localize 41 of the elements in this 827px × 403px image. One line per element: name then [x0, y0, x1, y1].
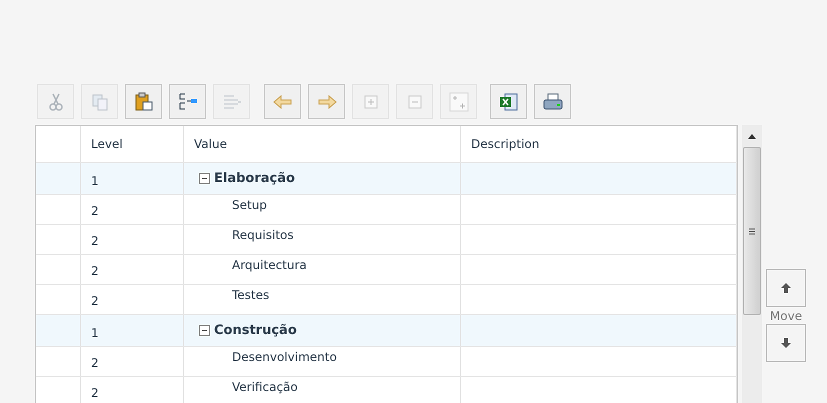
- level-cell: 2: [81, 255, 184, 284]
- paste-button[interactable]: [125, 84, 162, 119]
- value-text: Arquitectura: [232, 258, 307, 272]
- grip-icon: [749, 228, 755, 234]
- value-text: Desenvolvimento: [232, 350, 337, 364]
- scroll-up-icon[interactable]: [748, 133, 756, 139]
- value-text: Elaboração: [214, 172, 295, 186]
- move-down-button[interactable]: [766, 324, 806, 362]
- scroll-thumb[interactable]: [743, 147, 761, 315]
- left-button[interactable]: [264, 84, 301, 119]
- collapse-toggle[interactable]: [199, 325, 210, 336]
- level-cell: 2: [81, 285, 184, 314]
- move-up-button[interactable]: [766, 269, 806, 307]
- column-header[interactable]: Level: [81, 126, 184, 162]
- down-arrow-icon: [780, 337, 792, 349]
- scrollbar[interactable]: [742, 125, 762, 403]
- level-cell: 2: [81, 377, 184, 403]
- value-text: Requisitos: [232, 228, 294, 242]
- column-header[interactable]: Description: [461, 126, 737, 162]
- print-button[interactable]: [534, 84, 571, 119]
- value-text: Testes: [232, 288, 270, 302]
- spreadsheet-icon: [498, 90, 520, 112]
- up-arrow-icon: [780, 282, 792, 294]
- level-cell: 2: [81, 225, 184, 254]
- column-header[interactable]: Value: [184, 126, 461, 162]
- right-button[interactable]: [308, 84, 345, 119]
- level-cell: 2: [81, 347, 184, 376]
- excel-button[interactable]: [490, 84, 527, 119]
- outdent-button[interactable]: [169, 84, 206, 119]
- collapse-toggle[interactable]: [199, 173, 210, 184]
- level-cell: 1: [81, 315, 184, 346]
- value-text: Construção: [214, 324, 297, 338]
- value-text: Setup: [232, 198, 267, 212]
- printer-icon: [542, 90, 564, 112]
- clipboard-icon: [132, 90, 154, 112]
- level-cell: 1: [81, 163, 184, 194]
- value-text: Verificação: [232, 380, 298, 394]
- move-label: Move: [770, 309, 802, 323]
- level-cell: 2: [81, 195, 184, 224]
- add-icon: [448, 90, 470, 112]
- outdent-icon: [176, 90, 198, 112]
